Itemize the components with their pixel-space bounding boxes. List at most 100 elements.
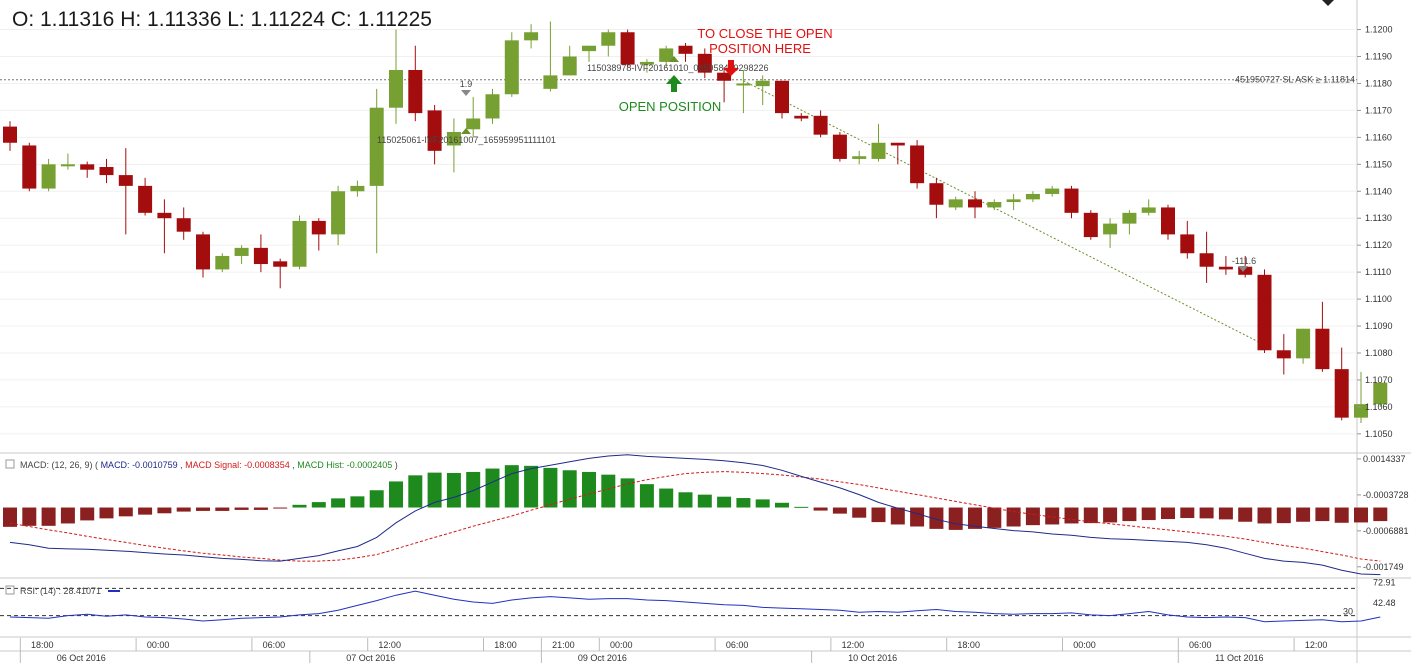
macd-hist-bar xyxy=(292,504,307,508)
candle-body xyxy=(736,83,751,86)
macd-hist-bar xyxy=(1296,507,1311,522)
macd-legend-macd: MACD: -0.0010759 xyxy=(101,460,178,470)
candle-body xyxy=(41,164,56,189)
marker-label-2: -111.6 xyxy=(1232,256,1256,266)
time-tick-label: 06:00 xyxy=(1189,640,1212,650)
macd-hist-bar xyxy=(99,507,114,519)
candle-body xyxy=(466,118,481,130)
candle-body xyxy=(253,247,268,265)
macd-hist-bar xyxy=(369,490,384,508)
candle-body xyxy=(234,247,249,256)
candle-body xyxy=(1161,207,1175,235)
candle-body xyxy=(1180,234,1195,254)
candle-body xyxy=(138,185,153,213)
close-annotation-line2: POSITION HERE xyxy=(709,41,811,56)
candle-body xyxy=(311,220,326,235)
time-tick-label: 00:00 xyxy=(1073,640,1096,650)
candle-body xyxy=(1064,188,1079,213)
macd-hist-bar xyxy=(910,507,925,527)
price-tick-label: 1.1050 xyxy=(1365,429,1393,439)
candle-body xyxy=(755,80,770,87)
order-label-2: 115038978-IVF20161010_085958439298226 xyxy=(587,63,769,73)
macd-hist-bar xyxy=(408,475,423,508)
macd-hist-bar xyxy=(1064,507,1079,524)
candle-body xyxy=(80,164,95,170)
macd-hist-bar xyxy=(311,502,326,508)
candle-body xyxy=(543,75,558,89)
candle-body xyxy=(1199,253,1214,267)
macd-hist-bar xyxy=(1025,507,1040,526)
ohlc-readout: O: 1.11316 H: 1.11336 L: 1.11224 C: 1.11… xyxy=(12,8,432,31)
macd-tick-label: 0.0014337 xyxy=(1363,454,1406,464)
candle-body xyxy=(852,156,867,159)
macd-hist-bar xyxy=(1218,507,1233,520)
candle-body xyxy=(871,142,886,159)
price-tick-label: 1.1200 xyxy=(1365,25,1393,35)
macd-hist-bar xyxy=(1141,507,1156,521)
macd-hist-bar xyxy=(22,507,37,526)
trading-chart: 451950727 SL ASK ≥ 1.11814 1.12001.11901… xyxy=(0,0,1411,663)
macd-hist-bar xyxy=(697,494,712,508)
candle-body xyxy=(813,115,828,135)
price-tick-label: 1.1140 xyxy=(1365,186,1392,196)
macd-hist-bar xyxy=(389,481,403,508)
macd-hist-bar xyxy=(331,498,346,508)
macd-hist-bar xyxy=(138,507,153,515)
date-tick-label: 11 Oct 2016 xyxy=(1215,653,1263,663)
time-tick-label: 12:00 xyxy=(1305,640,1328,650)
candle-body xyxy=(1103,223,1118,235)
time-tick-label: 21:00 xyxy=(552,640,575,650)
candle-body xyxy=(1276,350,1291,359)
time-tick-label: 12:00 xyxy=(378,640,401,650)
candle-body xyxy=(1296,328,1311,359)
macd-hist-bar xyxy=(446,472,461,508)
macd-tick-label: -0.0003728 xyxy=(1363,490,1409,500)
macd-hist-bar xyxy=(504,465,519,508)
macd-hist-bar xyxy=(350,496,365,508)
collapse-arrow-icon[interactable] xyxy=(1322,0,1334,6)
price-tick-label: 1.1100 xyxy=(1365,294,1392,304)
price-tick-label: 1.1130 xyxy=(1365,213,1392,223)
candle-body xyxy=(1006,199,1021,203)
candle-body xyxy=(408,69,423,114)
time-tick-label: 18:00 xyxy=(494,640,517,650)
rsi-title: RSI: (14) : 28.41071 xyxy=(20,586,101,596)
candle-body xyxy=(350,185,365,192)
candle-body xyxy=(60,164,75,167)
candle-body xyxy=(948,199,963,208)
candle-body xyxy=(157,212,172,219)
candle-body xyxy=(22,145,37,189)
chart-root: 451950727 SL ASK ≥ 1.11814 1.1200 1.1190 1… xyxy=(0,0,1411,663)
rsi-tick-label: 30 xyxy=(1343,607,1353,617)
time-tick-label: 00:00 xyxy=(147,640,170,650)
macd-legend-hist: MACD Hist: -0.0002405 xyxy=(297,460,392,470)
macd-hist-bar xyxy=(562,470,577,508)
macd-hist-bar xyxy=(157,507,172,514)
price-axis: 1.1200 1.1190 1.1180 1.1170 1.1160 1.1150 1.11… xyxy=(1357,25,1393,439)
time-tick-label: 18:00 xyxy=(957,640,980,650)
rsi-close-box-icon[interactable] xyxy=(5,585,15,595)
open-position-label: OPEN POSITION xyxy=(619,99,722,114)
macd-hist-bar xyxy=(253,507,268,510)
candle-body xyxy=(968,199,982,208)
rsi-axis: 72.91 42.48 30 xyxy=(1343,577,1396,616)
time-tick-label: 06:00 xyxy=(263,640,286,650)
candle-body xyxy=(1083,212,1098,238)
macd-legend: MACD: (12, 26, 9) ( MACD: -0.0010759 , M… xyxy=(5,459,398,470)
macd-hist-bar xyxy=(736,498,751,508)
macd-close-box-icon[interactable] xyxy=(5,459,15,469)
macd-hist-bar xyxy=(524,465,539,508)
candle-body xyxy=(292,220,307,267)
macd-hist-bar xyxy=(41,507,56,526)
macd-hist-bar xyxy=(1199,507,1214,519)
macd-hist-bar xyxy=(775,502,789,508)
candle-body xyxy=(369,107,384,186)
candle-body xyxy=(601,32,616,46)
rsi-legend: RSI: (14) : 28.41071 xyxy=(5,585,120,596)
candle-body xyxy=(118,175,133,186)
macd-hist-bar xyxy=(196,507,210,511)
candle-body xyxy=(1257,274,1272,351)
svg-text:MACD: (12, 26, 9) (: MACD: (12, 26, 9) ( MACD: -0.0010759 , M… xyxy=(20,460,398,470)
candle-body xyxy=(389,69,403,108)
price-tick-label: 1.1110 xyxy=(1365,267,1391,277)
